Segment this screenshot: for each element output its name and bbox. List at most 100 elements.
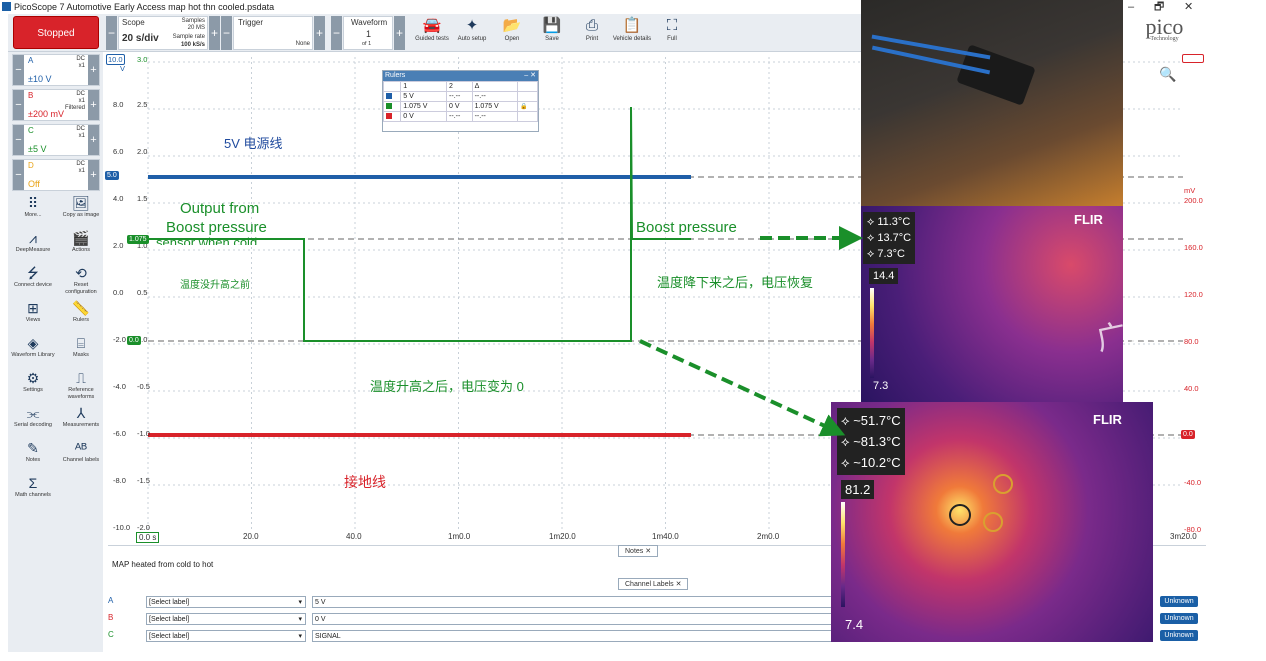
stop-button[interactable]: Stopped bbox=[13, 16, 99, 49]
channel-c-box[interactable]: − C DC x1 ±5 V + bbox=[12, 124, 100, 156]
thermal1-max: 14.4 bbox=[869, 268, 899, 284]
channel-range-decrease-button[interactable]: − bbox=[13, 160, 24, 190]
channel-range-decrease-button[interactable]: − bbox=[13, 125, 24, 155]
channel-coupling[interactable]: DC x1 bbox=[76, 161, 85, 175]
rulers-row[interactable]: 5 V --.-- --.-- bbox=[382, 91, 538, 102]
waveform-prev-button[interactable]: − bbox=[331, 16, 342, 50]
timebase-value[interactable]: 20 s/div bbox=[122, 33, 159, 44]
channel-coupling[interactable]: DC x1 Filtered bbox=[65, 91, 85, 112]
notes-text[interactable]: MAP heated from cold to hot bbox=[112, 560, 213, 569]
tool-reset-configuration[interactable]: ⟲ Reset configuration bbox=[58, 264, 104, 296]
minimize-button[interactable]: – bbox=[1128, 0, 1134, 14]
tool-math-channels[interactable]: Σ Math channels bbox=[10, 474, 56, 499]
close-button[interactable]: ✕ bbox=[1184, 0, 1193, 14]
lock-icon[interactable] bbox=[517, 91, 538, 102]
y-axis-a-tick: 6.0 bbox=[113, 147, 124, 156]
tool-serial-decoding[interactable]: ⫘ Serial decoding bbox=[10, 404, 56, 429]
channel-c-low-marker[interactable]: 0.0 bbox=[127, 336, 141, 345]
channel-name: A bbox=[28, 56, 34, 65]
rulers-header-cell bbox=[382, 81, 402, 92]
channel-d-box[interactable]: − D DC x1 Off + bbox=[12, 159, 100, 191]
waveform-index[interactable]: 1 bbox=[366, 29, 371, 39]
open-button[interactable]: 📂 Open bbox=[490, 16, 534, 42]
channel-labels-tab[interactable]: Channel Labels ✕ bbox=[618, 578, 689, 590]
tool-copy-as-image[interactable]: 🖼 Copy as image bbox=[58, 194, 104, 219]
vehicle-details-button[interactable]: 📋 Vehicle details bbox=[610, 16, 654, 42]
tool-channel-labels[interactable]: ᴬᴮ Channel labels bbox=[58, 439, 104, 464]
trigger-increase-button[interactable]: + bbox=[314, 16, 325, 50]
views-icon: ⊞ bbox=[27, 300, 39, 316]
rulers-header-cell: Δ bbox=[471, 81, 519, 92]
trigger-marker[interactable] bbox=[1182, 54, 1204, 63]
status-unknown-button[interactable]: Unknown bbox=[1160, 630, 1198, 641]
print-button[interactable]: ⎙ Print bbox=[570, 16, 614, 42]
channel-a-marker[interactable]: 5.0 bbox=[105, 171, 119, 180]
save-button[interactable]: 💾 Save bbox=[530, 16, 574, 42]
y-axis-a-tick: 4.0 bbox=[113, 194, 124, 203]
guided-tests-button[interactable]: 🚘 Guided tests bbox=[410, 16, 454, 42]
tool-connect-device[interactable]: ⭍ Connect device bbox=[10, 264, 56, 289]
restore-button[interactable]: 🗗 bbox=[1154, 0, 1164, 14]
tool-actions[interactable]: 🎬 Actions bbox=[58, 229, 104, 254]
channel-range[interactable]: ±5 V bbox=[28, 144, 46, 154]
status-unknown-button[interactable]: Unknown bbox=[1160, 596, 1198, 607]
zoom-icon[interactable]: 🔍 bbox=[1159, 66, 1176, 83]
channel-b-box[interactable]: − B DC x1 Filtered ±200 mV + bbox=[12, 89, 100, 121]
channel-a-box[interactable]: − A DC x1 ±10 V + bbox=[12, 54, 100, 86]
status-unknown-button[interactable]: Unknown bbox=[1160, 613, 1198, 624]
channel-range[interactable]: ±200 mV bbox=[28, 109, 64, 119]
tool-waveform-library[interactable]: ◈ Waveform Library bbox=[10, 334, 56, 359]
channel-label-row: C [Select label] ▾ SIGNAL bbox=[108, 630, 842, 642]
y-axis-a-unit: V bbox=[120, 64, 126, 73]
rulers-row[interactable]: 0 V --.-- --.-- bbox=[382, 111, 538, 122]
tool-notes[interactable]: ✎ Notes bbox=[10, 439, 56, 464]
full-button[interactable]: ⛶ Full bbox=[650, 16, 694, 42]
waveform-next-button[interactable]: + bbox=[394, 16, 405, 50]
tool-masks[interactable]: ⌸ Masks bbox=[58, 334, 104, 359]
channel-range-increase-button[interactable]: + bbox=[88, 55, 99, 85]
label-value-input[interactable]: 0 V bbox=[312, 613, 842, 625]
channel-range-increase-button[interactable]: + bbox=[88, 160, 99, 190]
channel-range-increase-button[interactable]: + bbox=[88, 125, 99, 155]
tool-measurements[interactable]: ⅄ Measurements bbox=[58, 404, 104, 429]
sample-rate-value[interactable]: 100 kS/s bbox=[181, 42, 205, 48]
channel-coupling[interactable]: DC x1 bbox=[76, 126, 85, 140]
channel-range-decrease-button[interactable]: − bbox=[13, 90, 24, 120]
tool-settings[interactable]: ⚙ Settings bbox=[10, 369, 56, 394]
label-select[interactable]: [Select label] ▾ bbox=[146, 630, 306, 642]
trigger-mode[interactable]: None bbox=[296, 41, 310, 47]
tool-deepmeasure[interactable]: ⩘ DeepMeasure bbox=[10, 229, 56, 254]
rulers-close-icon[interactable]: – ✕ bbox=[524, 71, 538, 81]
auto-setup-button[interactable]: ✦ Auto setup bbox=[450, 16, 494, 42]
channel-range-decrease-button[interactable]: − bbox=[13, 55, 24, 85]
tool-views[interactable]: ⊞ Views bbox=[10, 299, 56, 324]
timebase-increase-button[interactable]: + bbox=[209, 16, 220, 50]
sample-rate-label: Sample rate bbox=[172, 34, 205, 40]
channel-range[interactable]: Off bbox=[28, 179, 40, 189]
label-value-input[interactable]: 5 V bbox=[312, 596, 842, 608]
channel-c-marker[interactable]: 1.075 bbox=[127, 235, 149, 244]
lock-icon[interactable]: 🔒 bbox=[517, 101, 538, 112]
ruler-cell: 0 V bbox=[400, 111, 448, 122]
tool-reference-waveforms[interactable]: ⎍ Reference waveforms bbox=[58, 369, 104, 401]
tool-more-[interactable]: ⠿ More... bbox=[10, 194, 56, 219]
tool-rulers[interactable]: 📏 Rulers bbox=[58, 299, 104, 324]
channel-b-marker[interactable]: 0.0 bbox=[1181, 430, 1195, 439]
annotation-before-heat: 温度没升高之前 bbox=[180, 280, 250, 291]
trigger-decrease-button[interactable]: − bbox=[221, 16, 232, 50]
label-value-input[interactable]: SIGNAL bbox=[312, 630, 842, 642]
lock-icon[interactable] bbox=[517, 111, 538, 122]
label-select[interactable]: [Select label] ▾ bbox=[146, 596, 306, 608]
thermal1-spot-1: 11.3°C bbox=[877, 216, 911, 228]
rulers-header[interactable]: Rulers – ✕ bbox=[383, 71, 538, 81]
connector-photo bbox=[861, 0, 1123, 206]
label-select[interactable]: [Select label] ▾ bbox=[146, 613, 306, 625]
samples-value[interactable]: 20 MS bbox=[188, 25, 205, 31]
channel-range-increase-button[interactable]: + bbox=[88, 90, 99, 120]
channel-coupling[interactable]: DC x1 bbox=[76, 56, 85, 70]
rulers-panel[interactable]: Rulers – ✕ 12Δ5 V --.-- --.-- 1.075 V0 V 1.07… bbox=[382, 70, 539, 132]
channel-range[interactable]: ±10 V bbox=[28, 74, 51, 84]
rulers-row[interactable]: 1.075 V0 V 1.075 V 🔒 bbox=[382, 101, 538, 112]
timebase-decrease-button[interactable]: − bbox=[106, 16, 117, 50]
notes-tab[interactable]: Notes ✕ bbox=[618, 545, 659, 557]
